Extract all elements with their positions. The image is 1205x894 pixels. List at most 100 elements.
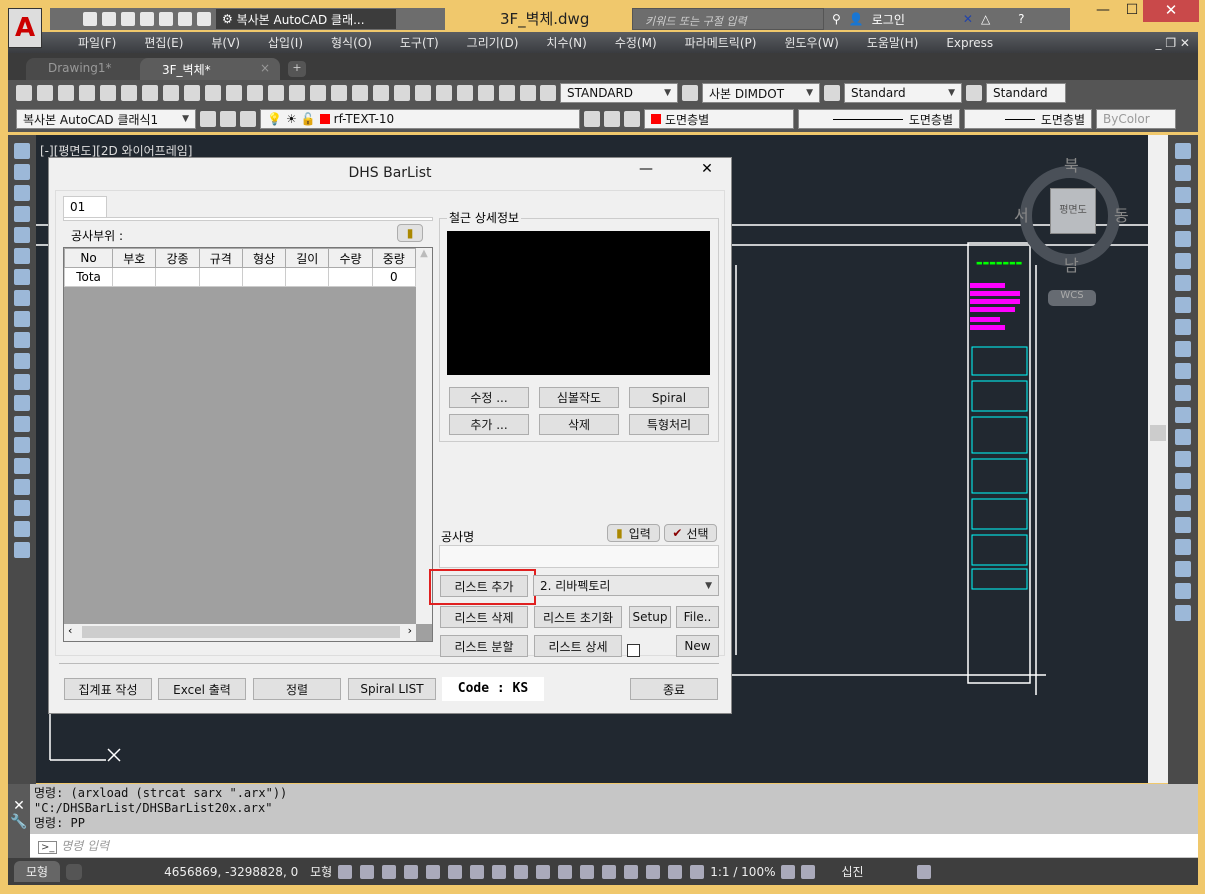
close-button[interactable]: ✕ (1143, 0, 1199, 22)
list-add-button[interactable]: 리스트 추가 (440, 575, 528, 597)
list-type-dropdown[interactable]: 2. 리바펙토리 ▼ (533, 575, 719, 596)
open-icon[interactable] (37, 85, 53, 101)
input-button[interactable]: ▮ 입력 (607, 524, 660, 542)
construction-line-icon[interactable] (14, 164, 30, 180)
customize-icon[interactable] (220, 111, 236, 127)
column-header[interactable]: 중량 (371, 248, 417, 268)
markup-icon[interactable] (478, 85, 494, 101)
plotstyle-dropdown[interactable]: ByColor (1096, 109, 1176, 129)
print-icon[interactable] (79, 85, 95, 101)
table-cell[interactable] (112, 267, 157, 287)
symbol-draw-button[interactable]: 심볼작도 (539, 387, 619, 408)
snap-icon[interactable] (360, 864, 375, 879)
table-cell[interactable]: Tota (63, 267, 114, 287)
hatch-back-icon[interactable] (1175, 605, 1191, 621)
transparency-icon[interactable] (558, 864, 573, 879)
make-current-icon[interactable] (584, 111, 600, 127)
save-icon[interactable] (121, 12, 135, 26)
select-button[interactable]: ✔ 선택 (664, 524, 717, 542)
exchange-icon[interactable]: ✕ (963, 12, 973, 26)
sheet-set-icon[interactable] (457, 85, 473, 101)
open-icon[interactable] (102, 12, 116, 26)
wrench-icon[interactable]: 🔧 (8, 814, 30, 830)
layer-dropdown[interactable]: 💡 ☀ 🔓 rf-TEXT-10 (260, 109, 580, 129)
send-back-icon[interactable] (1175, 561, 1191, 577)
selection-cycling-icon[interactable] (580, 864, 595, 879)
mleader-style-dropdown[interactable]: Standard (986, 83, 1066, 103)
modify-button[interactable]: 수정 ... (449, 387, 529, 408)
column-header[interactable]: 형상 (241, 248, 287, 268)
exit-button[interactable]: 종료 (630, 678, 718, 700)
menu-express[interactable]: Express (932, 36, 1007, 50)
excel-export-button[interactable]: Excel 출력 (158, 678, 246, 700)
line-icon[interactable] (14, 143, 30, 159)
draw-order-icon[interactable] (1175, 517, 1191, 533)
application-menu-button[interactable]: A (8, 8, 42, 48)
multiline-text-icon[interactable] (14, 521, 30, 537)
menu-parametric[interactable]: 파라메트릭(P) (671, 34, 771, 51)
dynamic-input-icon[interactable] (624, 864, 639, 879)
zoom-window-icon[interactable] (352, 85, 368, 101)
tool-palettes-icon[interactable] (436, 85, 452, 101)
help-icon[interactable]: ? (1018, 12, 1024, 26)
polyline-icon[interactable] (14, 185, 30, 201)
copy-object-icon[interactable] (1175, 165, 1191, 181)
prompt-icon[interactable]: >_ (38, 841, 58, 854)
compass-north[interactable]: 북 (1064, 152, 1079, 176)
vertical-scrollbar[interactable] (1148, 135, 1168, 783)
compass-west[interactable]: 서 (1014, 202, 1029, 226)
menu-edit[interactable]: 편집(E) (130, 34, 197, 51)
break-icon[interactable] (1175, 407, 1191, 423)
new-icon[interactable] (16, 85, 32, 101)
table-cell[interactable] (328, 267, 373, 287)
table-cell[interactable] (285, 267, 330, 287)
add-button[interactable]: 추가 ... (449, 414, 529, 435)
properties-icon[interactable] (394, 85, 410, 101)
lineweight-icon[interactable] (536, 864, 551, 879)
mirror-icon[interactable] (1175, 187, 1191, 203)
lineweight-dropdown[interactable]: 도면층별 (964, 109, 1092, 129)
menu-dimension[interactable]: 치수(N) (532, 34, 600, 51)
table-cell[interactable] (241, 267, 287, 287)
paste-icon[interactable] (205, 85, 221, 101)
dim-style-dropdown[interactable]: 사본 DIMDOT ▼ (702, 83, 820, 103)
annotation-monitor-icon[interactable] (646, 864, 661, 879)
column-header[interactable]: 수량 (328, 248, 373, 268)
model-space-toggle[interactable]: 모형 (310, 863, 332, 880)
linetype-dropdown[interactable]: 도면층별 (798, 109, 960, 129)
table-row[interactable]: Tota 0 (63, 267, 417, 287)
binoculars-icon[interactable]: ⚲ (832, 12, 841, 26)
menu-tools[interactable]: 도구(T) (386, 34, 453, 51)
new-button[interactable]: New (676, 635, 719, 657)
text-style-dropdown[interactable]: STANDARD ▼ (560, 83, 678, 103)
column-header[interactable]: 규격 (198, 248, 243, 268)
menu-help[interactable]: 도움말(H) (853, 34, 933, 51)
new-tab-button[interactable]: + (288, 61, 306, 77)
menu-format[interactable]: 형식(O) (317, 34, 386, 51)
calculator-icon[interactable] (499, 85, 515, 101)
setup-button[interactable]: Setup (629, 606, 671, 628)
design-center-icon[interactable] (415, 85, 431, 101)
spline-icon[interactable] (14, 311, 30, 327)
new-icon[interactable] (83, 12, 97, 26)
compass-east[interactable]: 동 (1114, 202, 1129, 226)
pan-icon[interactable] (310, 85, 326, 101)
isodraft-icon[interactable] (470, 864, 485, 879)
block-editor-icon[interactable] (247, 85, 263, 101)
scroll-thumb[interactable] (1150, 425, 1166, 441)
annotation-visibility-icon[interactable] (668, 864, 683, 879)
column-header[interactable]: 길이 (285, 248, 330, 268)
layer-properties-icon[interactable] (240, 111, 256, 127)
gradient-icon[interactable] (14, 458, 30, 474)
close-icon[interactable]: ✕ (8, 798, 30, 814)
site-pick-button[interactable]: ▮ (397, 224, 423, 242)
table-cell[interactable] (155, 267, 200, 287)
spiral-button[interactable]: Spiral (629, 387, 709, 408)
save-icon[interactable] (58, 85, 74, 101)
rotate-icon[interactable] (1175, 275, 1191, 291)
units-dropdown[interactable]: 십진 (841, 863, 911, 880)
3d-osnap-icon[interactable] (602, 864, 617, 879)
copy-icon[interactable] (184, 85, 200, 101)
polygon-icon[interactable] (14, 206, 30, 222)
object-snap-tracking-icon[interactable] (492, 864, 507, 879)
